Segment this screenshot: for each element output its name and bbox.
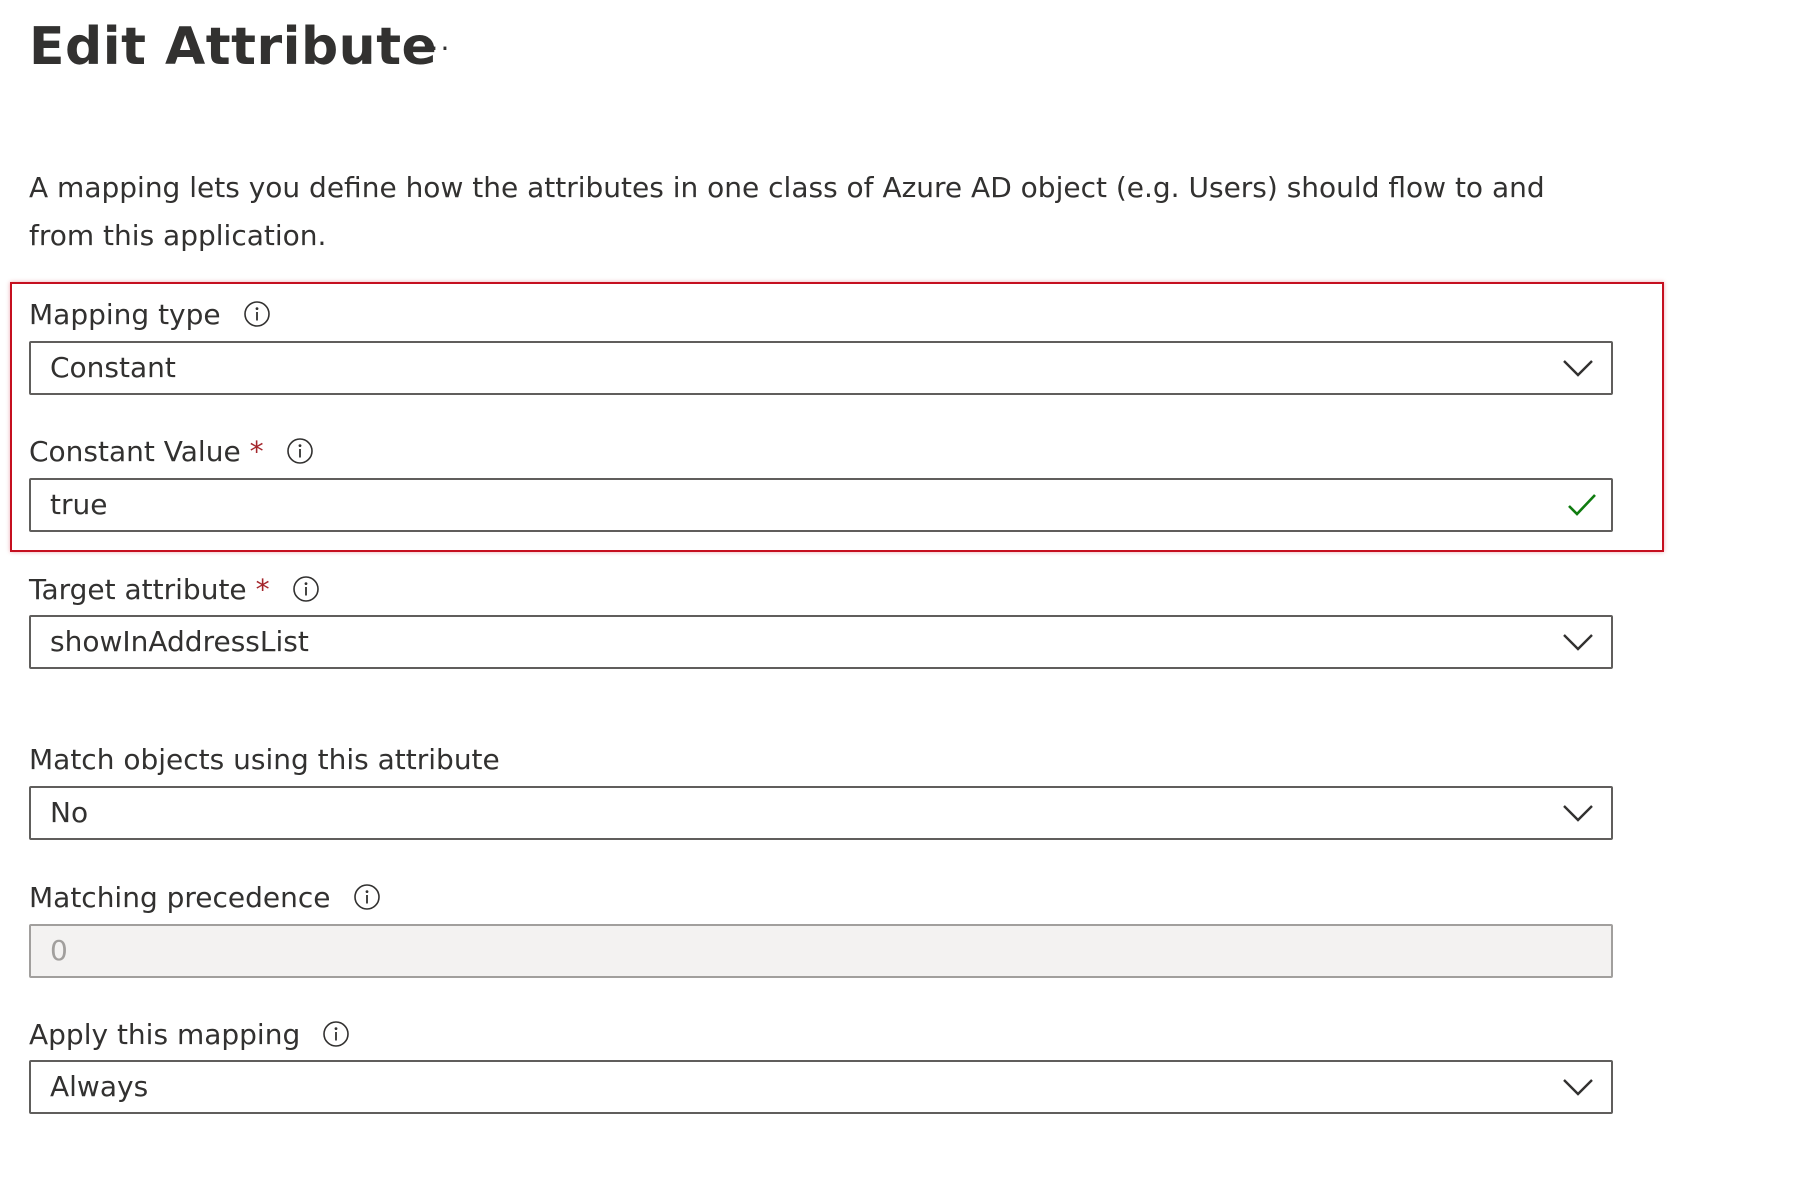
- constant-value-input[interactable]: true: [29, 478, 1613, 532]
- mapping-type-dropdown[interactable]: Constant: [29, 341, 1613, 395]
- chevron-down-icon: [1563, 1079, 1593, 1096]
- more-options-button[interactable]: ···: [413, 28, 457, 68]
- page-title: Edit Attribute: [29, 17, 438, 77]
- info-icon[interactable]: [322, 1020, 350, 1048]
- constant-value-label: Constant Value *: [29, 431, 314, 471]
- info-icon[interactable]: [292, 575, 320, 603]
- apply-mapping-label-text: Apply this mapping: [29, 1017, 301, 1051]
- matching-precedence-input: 0: [29, 924, 1613, 978]
- mapping-type-value: Constant: [50, 351, 176, 384]
- matching-precedence-label: Matching precedence: [29, 877, 381, 917]
- matching-precedence-value: 0: [50, 934, 68, 967]
- match-objects-label: Match objects using this attribute: [29, 739, 500, 779]
- target-attribute-label-text: Target attribute: [29, 572, 247, 606]
- apply-mapping-value: Always: [50, 1070, 149, 1103]
- mapping-type-label-text: Mapping type: [29, 297, 221, 331]
- match-objects-dropdown[interactable]: No: [29, 786, 1613, 840]
- mapping-description: A mapping lets you define how the attrib…: [29, 171, 1545, 252]
- chevron-down-icon: [1563, 634, 1593, 651]
- apply-mapping-label: Apply this mapping: [29, 1014, 350, 1054]
- apply-mapping-dropdown[interactable]: Always: [29, 1060, 1613, 1114]
- target-attribute-label: Target attribute *: [29, 569, 320, 609]
- match-objects-value: No: [50, 796, 89, 829]
- constant-value-text: true: [50, 488, 108, 521]
- edit-attribute-panel: Edit Attribute ··· A mapping lets you de…: [0, 0, 1796, 1203]
- chevron-down-icon: [1563, 805, 1593, 822]
- target-attribute-dropdown[interactable]: showInAddressList: [29, 615, 1613, 669]
- required-indicator: *: [255, 572, 270, 606]
- checkmark-icon: [1568, 494, 1596, 516]
- required-indicator: *: [249, 434, 264, 468]
- chevron-down-icon: [1563, 360, 1593, 377]
- target-attribute-value: showInAddressList: [50, 625, 309, 658]
- info-icon[interactable]: [286, 437, 314, 465]
- info-icon[interactable]: [243, 300, 271, 328]
- constant-value-label-text: Constant Value: [29, 434, 241, 468]
- matching-precedence-label-text: Matching precedence: [29, 880, 331, 914]
- match-objects-label-text: Match objects using this attribute: [29, 742, 500, 776]
- mapping-type-label: Mapping type: [29, 294, 271, 334]
- info-icon[interactable]: [353, 883, 381, 911]
